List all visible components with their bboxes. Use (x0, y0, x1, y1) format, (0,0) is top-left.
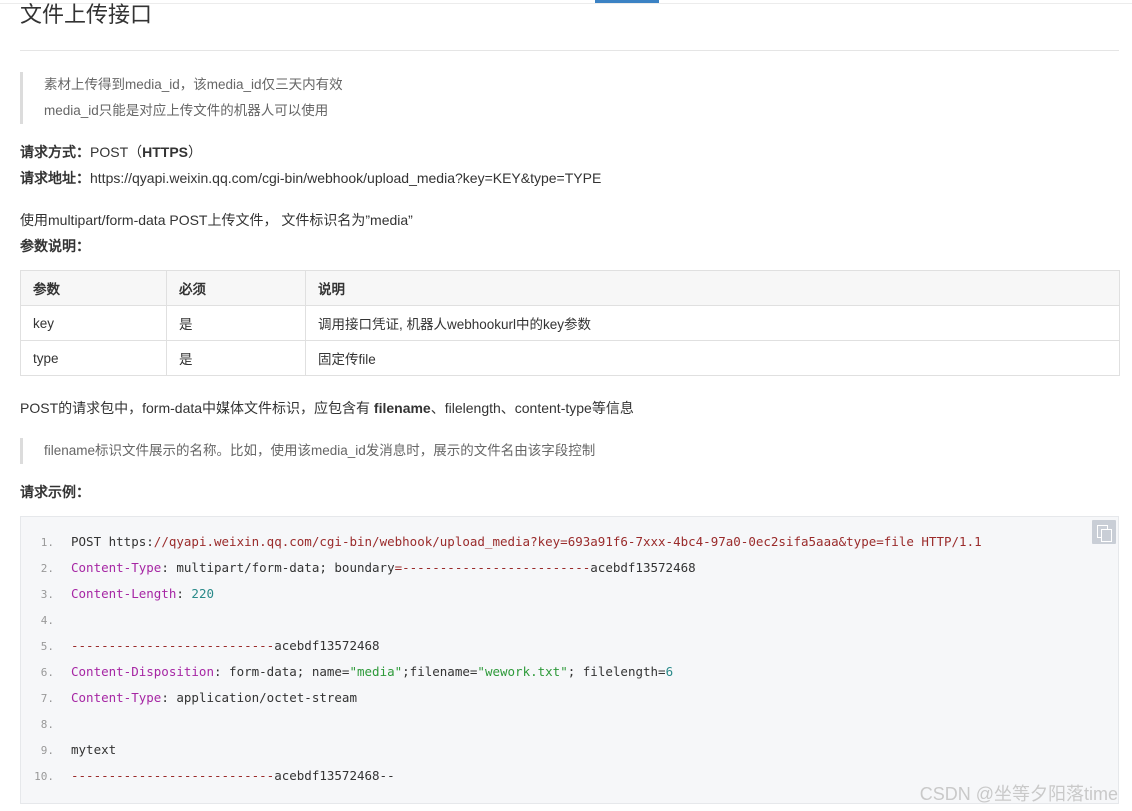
code-token: acebdf13572468 (590, 560, 696, 575)
title-divider (20, 50, 1119, 51)
code-block: 1. POST https://qyapi.weixin.qq.com/cgi-b… (20, 516, 1119, 804)
code-line: 6. Content-Disposition: form-data; name="… (21, 659, 982, 685)
code-token: 6 (665, 664, 674, 679)
method-protocol: HTTPS (142, 144, 189, 160)
table-cell: 是 (166, 340, 306, 376)
post-note-filename: filename (373, 400, 431, 416)
code-token: acebdf13572468 (274, 638, 380, 653)
column-header: 参数 (20, 270, 167, 306)
method-value: POST（ (90, 144, 143, 160)
watermark: CSDN @坐等夕阳落time (919, 784, 1118, 804)
code-token: Content-Type (71, 560, 162, 575)
line-number: 7. (40, 692, 54, 705)
code-token: POST https: (71, 534, 154, 549)
code-line: 1. POST https://qyapi.weixin.qq.com/cgi-b… (21, 529, 982, 555)
table-cell: type (20, 340, 167, 376)
code-line: 8. (21, 711, 982, 737)
line-number: 6. (40, 666, 54, 679)
table-cell: 调用接口凭证, 机器人webhookurl中的key参数 (305, 305, 1120, 341)
code-token: --------------------------- (71, 638, 275, 653)
line-number: 9. (40, 744, 54, 757)
line-number: 10. (34, 770, 54, 783)
method-close: ） (188, 144, 203, 160)
quote-line: filename标识文件展示的名称。比如，使用该media_id发消息时，展示的… (44, 443, 596, 458)
table-row: key 是 调用接口凭证, 机器人webhookurl中的key参数 (20, 305, 1120, 341)
post-note-suffix: 、filelength、content-type等信息 (430, 400, 634, 416)
code-token: "wework.txt" (477, 664, 568, 679)
post-note: POST的请求包中，form-data中媒体文件标识，应包含有 filename… (20, 397, 634, 419)
quote-line: media_id只能是对应上传文件的机器人可以使用 (44, 103, 329, 118)
code-token: =------------------------- (394, 560, 591, 575)
code-token: : multipart/form-data; boundary (161, 560, 395, 575)
top-border (0, 3, 1132, 4)
page-title: 文件上传接口 (20, 2, 153, 27)
copy-button[interactable] (1092, 520, 1116, 544)
code-token: //qyapi.weixin.qq.com/cgi-bin/webhook/up… (153, 534, 982, 549)
code-token: ;filename= (402, 664, 478, 679)
code-token: Content-Type (71, 690, 162, 705)
code-token: : form-data; name= (214, 664, 350, 679)
code-line: 5. ---------------------------acebdf13572… (21, 633, 982, 659)
code-line: 7. Content-Type: application/octet-stream (21, 685, 982, 711)
table-header-row: 参数 必须 说明 (20, 270, 1120, 306)
table-row: type 是 固定传file (20, 340, 1120, 376)
example-label: 请求示例： (20, 484, 90, 500)
request-url: 请求地址：https://qyapi.weixin.qq.com/cgi-bin… (20, 167, 601, 189)
table-cell: 是 (166, 305, 306, 341)
code-token: "media" (349, 664, 403, 679)
copy-icon-front (1101, 529, 1112, 542)
line-number: 3. (40, 588, 54, 601)
line-number: 8. (40, 718, 54, 731)
params-table: 参数 必须 说明 key 是 调用接口凭证, 机器人webhookurl中的ke… (20, 270, 1120, 376)
blockquote-media-id: 素材上传得到media_id，该media_id仅三天内有效 media_id只… (20, 72, 343, 124)
code-lines: 1. POST https://qyapi.weixin.qq.com/cgi-b… (21, 529, 982, 789)
table-cell: 固定传file (305, 340, 1120, 376)
code-token: --------------------------- (71, 768, 275, 783)
url-label: 请求地址： (20, 170, 90, 186)
code-token: ; filelength= (567, 664, 666, 679)
code-token: Content-Length (71, 586, 177, 601)
post-note-prefix: POST的请求包中，form-data中媒体文件标识，应包含有 (20, 400, 374, 416)
line-number: 2. (40, 562, 54, 575)
url-value: https://qyapi.weixin.qq.com/cgi-bin/webh… (90, 170, 602, 186)
method-label: 请求方式： (20, 144, 90, 160)
code-token: Content-Disposition (71, 664, 214, 679)
line-number: 5. (40, 640, 54, 653)
code-token: : (176, 586, 192, 601)
column-header: 必须 (166, 270, 306, 306)
code-line: 2. Content-Type: multipart/form-data; bou… (21, 555, 982, 581)
code-token: 220 (191, 586, 214, 601)
code-line: 10. ---------------------------acebdf1357… (21, 763, 982, 789)
params-label: 参数说明： (20, 238, 90, 254)
code-token: : application/octet-stream (161, 690, 357, 705)
code-line: 3. Content-Length: 220 (21, 581, 982, 607)
multipart-note: 使用multipart/form-data POST上传文件， 文件标识名为”m… (20, 212, 413, 228)
quote-line: 素材上传得到media_id，该media_id仅三天内有效 (44, 77, 343, 92)
code-line: 4. (21, 607, 982, 633)
line-number: 1. (40, 536, 54, 549)
table-cell: key (20, 305, 167, 341)
request-method: 请求方式：POST（HTTPS） (20, 141, 202, 163)
code-token: acebdf13572468-- (274, 768, 395, 783)
code-line: 9. mytext (21, 737, 982, 763)
code-token: mytext (71, 742, 117, 757)
blockquote-filename: filename标识文件展示的名称。比如，使用该media_id发消息时，展示的… (20, 438, 595, 464)
column-header: 说明 (305, 270, 1120, 306)
line-number: 4. (40, 614, 54, 627)
